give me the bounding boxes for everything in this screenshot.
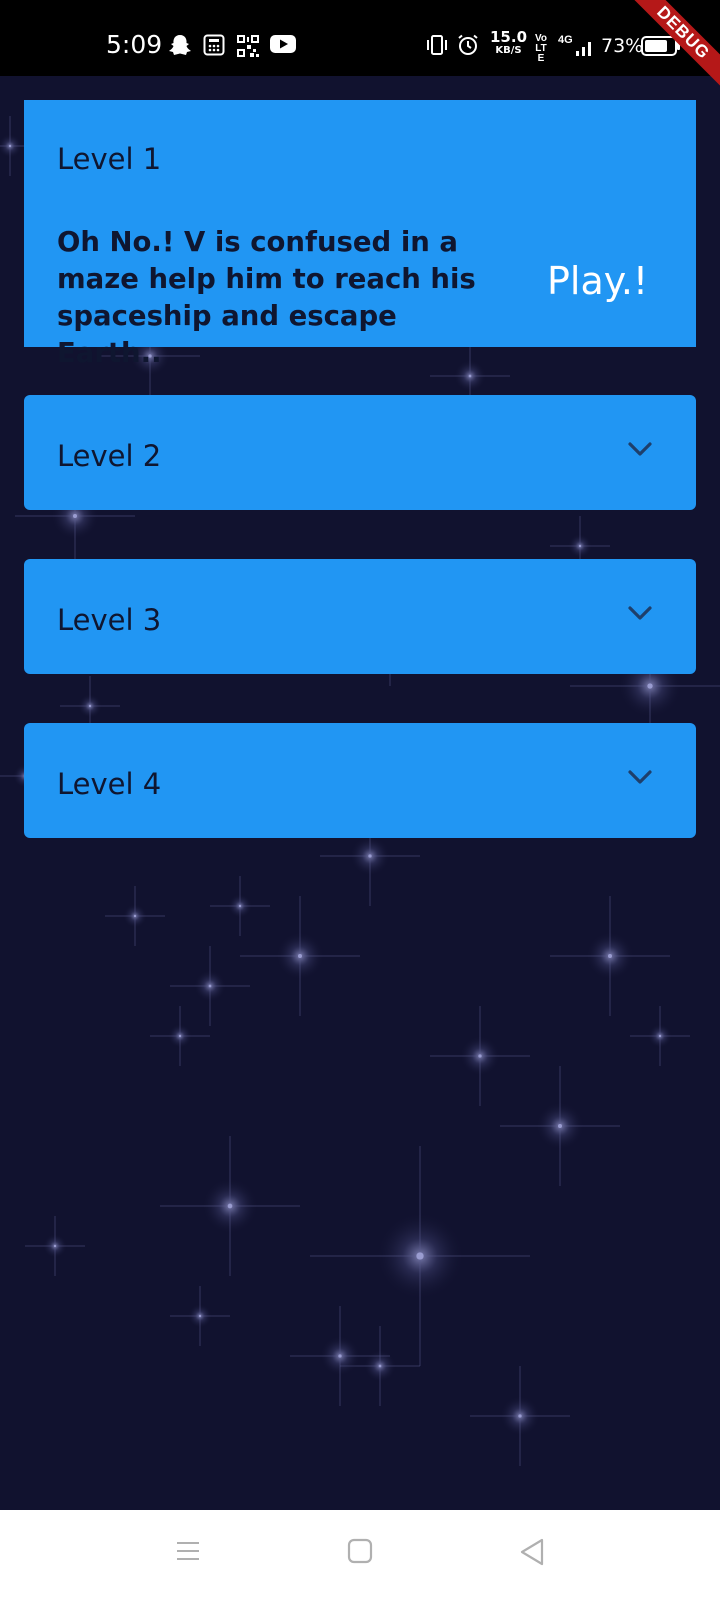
home-icon[interactable] (347, 1538, 373, 1564)
vibrate-icon (427, 35, 447, 55)
navigation-bar (0, 1510, 720, 1600)
level-card-2[interactable]: Level 2 (24, 395, 696, 510)
calculator-icon (203, 34, 225, 56)
level-title: Level 3 (57, 603, 162, 637)
qr-icon (237, 35, 259, 57)
network-speed-unit: KB/S (495, 45, 522, 56)
menu-icon[interactable] (175, 1538, 201, 1564)
level-card-4[interactable]: Level 4 (24, 723, 696, 838)
chevron-down-icon[interactable] (626, 603, 654, 623)
level-title: Level 4 (57, 767, 162, 801)
alarm-icon (458, 34, 478, 55)
volte-indicator: Vo LTE (534, 33, 548, 64)
network-speed: 15.0 KB/S (490, 30, 527, 56)
network-type: 4G (558, 34, 573, 46)
level-description: Oh No.! V is confused in a maze help him… (57, 226, 476, 369)
snapchat-icon (169, 35, 191, 55)
youtube-icon (270, 35, 296, 53)
level-card-1[interactable]: Level 1 Oh No.! V is confused in a maze … (24, 100, 696, 369)
signal-icon (576, 42, 591, 56)
back-icon[interactable] (519, 1538, 545, 1566)
status-bar: 5:09 15.0 KB/S Vo LTE 4G 73% DEBUG (0, 0, 720, 94)
level-card-3[interactable]: Level 3 (24, 559, 696, 674)
network-speed-value: 15.0 (490, 28, 528, 46)
chevron-down-icon[interactable] (626, 439, 654, 459)
level-title: Level 2 (57, 439, 162, 473)
chevron-down-icon[interactable] (626, 767, 654, 787)
play-button[interactable]: Play.! (547, 259, 648, 303)
battery-percent: 73% (601, 35, 644, 57)
level-title: Level 1 (57, 142, 162, 176)
status-time: 5:09 (106, 30, 163, 59)
